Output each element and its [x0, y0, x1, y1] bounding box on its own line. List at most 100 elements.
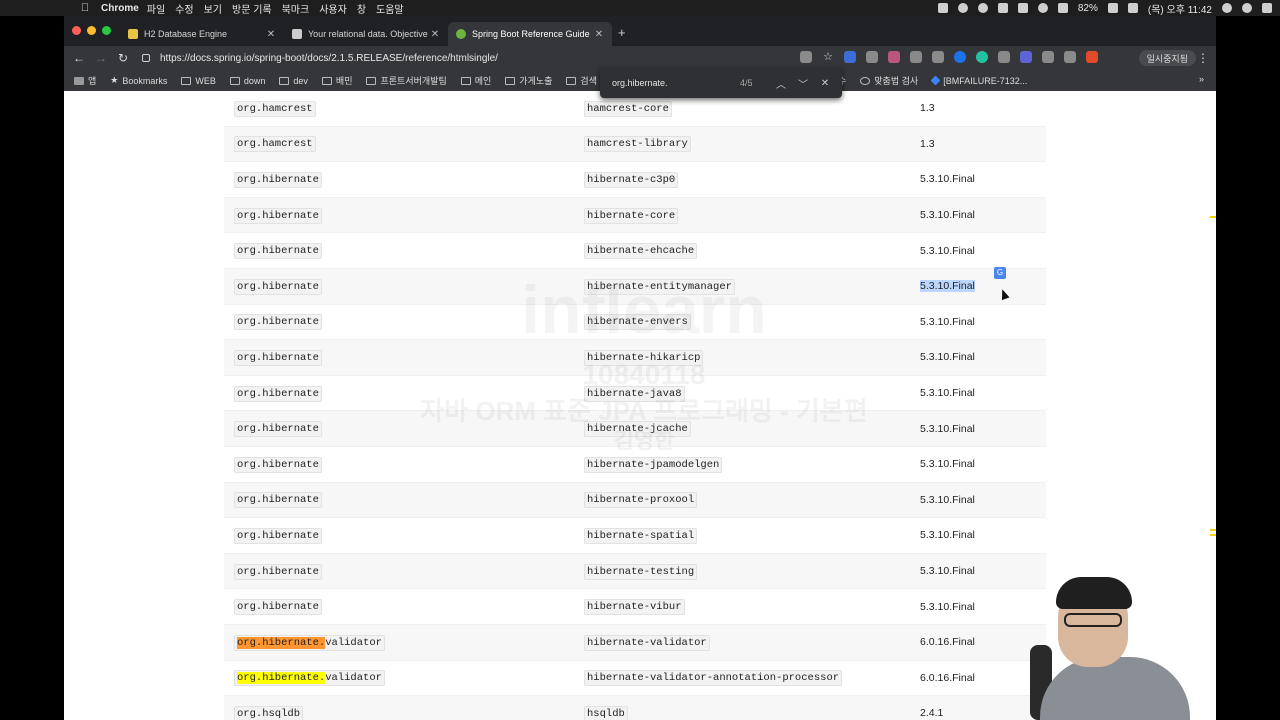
lock-icon[interactable]	[142, 54, 150, 62]
extension-icon[interactable]	[910, 51, 922, 63]
profile-button[interactable]: 일시중지됨	[1138, 50, 1196, 66]
table-row: org.hibernate.validator hibernate-validat…	[224, 624, 1046, 661]
input-source-icon[interactable]	[1127, 3, 1138, 13]
tab-h2[interactable]: H2 Database Engine ✕	[120, 22, 284, 46]
bookmark-label: 프론트서버개발팀	[380, 76, 447, 86]
menu-app-name[interactable]: Chrome	[101, 3, 139, 14]
presenter-glasses	[1064, 613, 1122, 627]
bookmark-folder-down[interactable]: down	[229, 76, 265, 86]
extension-icon[interactable]	[1042, 51, 1054, 63]
back-arrow-icon[interactable]: ←	[68, 51, 90, 65]
extension-icon[interactable]	[1064, 51, 1076, 63]
sync-icon[interactable]	[957, 3, 968, 13]
menu-people[interactable]: 사용자	[319, 1, 347, 16]
menu-edit[interactable]: 수정	[175, 1, 193, 16]
cloud-icon[interactable]	[997, 3, 1008, 13]
group-id-rest: validator	[325, 636, 382, 649]
bookmark-folder-store[interactable]: 가게노출	[505, 74, 552, 87]
extension-icon[interactable]	[932, 51, 944, 63]
new-tab-plus-icon[interactable]: +	[618, 25, 626, 40]
translate-extension-icon[interactable]	[844, 51, 856, 63]
menubar-clock[interactable]: (목) 오후 11:42	[1148, 1, 1212, 16]
bookmark-folder-baemin[interactable]: 배민	[321, 74, 353, 87]
extension-icon[interactable]	[1020, 51, 1032, 63]
bookmark-spellcheck[interactable]: 맞춤법 검사	[860, 74, 918, 87]
menu-bookmarks[interactable]: 북마크	[282, 1, 310, 16]
version: 5.3.10.Final	[920, 458, 975, 471]
spotlight-icon[interactable]	[1222, 3, 1232, 13]
volume-icon[interactable]	[1057, 3, 1068, 13]
group-id: org.hibernate	[234, 171, 322, 188]
folder-icon	[181, 76, 192, 85]
translate-selection-icon[interactable]: G	[994, 267, 1006, 279]
star-bookmark-icon[interactable]: ☆	[822, 51, 834, 63]
bookmark-folder-search[interactable]: 검색	[566, 74, 597, 87]
menu-window[interactable]: 창	[357, 1, 366, 16]
kebab-menu-icon[interactable]: ⋮	[1192, 51, 1214, 65]
menu-view[interactable]: 보기	[204, 1, 222, 16]
battery-percent[interactable]: 82%	[1078, 3, 1098, 14]
menu-file[interactable]: 파일	[147, 1, 165, 16]
close-window-button[interactable]	[72, 26, 81, 35]
bookmarks-overflow-icon[interactable]: »	[1199, 74, 1204, 84]
bookmark-folder-main[interactable]: 메인	[460, 74, 491, 87]
group-id: org.hibernate	[234, 599, 322, 616]
extension-icon[interactable]	[976, 51, 988, 63]
tab-spring-boot[interactable]: Spring Boot Reference Guide ✕	[448, 22, 612, 46]
h2-favicon-icon	[128, 29, 138, 39]
extension-icon[interactable]	[1086, 51, 1098, 63]
bookmark-bmfailure[interactable]: [BMFAILURE-7132...	[930, 76, 1027, 86]
bookmark-folder-frontend[interactable]: 프론트서버개발팀	[366, 74, 447, 87]
tab-close-icon[interactable]: ✕	[594, 29, 604, 40]
find-next-icon[interactable]: ﹀	[792, 76, 814, 91]
menu-help[interactable]: 도움말	[376, 1, 404, 16]
bookmark-bookmarks[interactable]: ★ Bookmarks	[110, 75, 167, 86]
group-id: org.hibernate	[234, 314, 322, 331]
group-id: org.hibernate.validator	[234, 670, 385, 687]
zoom-window-button[interactable]	[102, 26, 111, 35]
tab-close-icon[interactable]: ✕	[266, 29, 276, 40]
notes-icon[interactable]	[937, 3, 948, 13]
table-row: org.hibernate hibernate-vibur 5.3.10.Final	[224, 589, 1046, 625]
group-id: org.hibernate	[234, 349, 322, 366]
find-input[interactable]: org.hibernate.	[612, 78, 740, 88]
dependency-table: org.hamcrest hamcrest-core 1.3 org.hamcres…	[224, 91, 1046, 720]
artifact-id: hibernate-hikaricp	[584, 349, 704, 366]
table-row: org.hibernate hibernate-proxool 5.3.10.Fin…	[224, 482, 1046, 519]
scrollbar[interactable]	[1210, 91, 1216, 720]
bookmark-label: 배민	[335, 76, 353, 86]
tab-title: Spring Boot Reference Guide	[472, 29, 590, 39]
siri-icon[interactable]	[1242, 3, 1252, 13]
tab-strip: H2 Database Engine ✕ Your relational dat…	[64, 16, 1216, 46]
battery-icon[interactable]	[1107, 3, 1118, 13]
group-id: org.hibernate	[234, 278, 322, 295]
extension-icon[interactable]	[866, 51, 878, 63]
version: 1.3	[920, 102, 935, 115]
apple-icon[interactable]: 	[78, 2, 92, 14]
wifi-icon[interactable]	[1037, 3, 1048, 13]
notification-center-icon[interactable]	[1262, 3, 1272, 13]
menu-history[interactable]: 방문 기록	[232, 1, 272, 16]
minimize-window-button[interactable]	[87, 26, 96, 35]
status-area: 82% (목) 오후 11:42	[937, 0, 1272, 16]
pocket-extension-icon[interactable]	[888, 51, 900, 63]
find-in-page-icon[interactable]	[800, 51, 812, 63]
bluetooth-icon[interactable]	[1017, 3, 1028, 13]
reload-icon[interactable]: ↻	[112, 51, 134, 65]
address-bar[interactable]: https://docs.spring.io/spring-boot/docs/…	[132, 48, 852, 68]
bookmark-folder-dev[interactable]: dev	[279, 76, 308, 86]
tab-close-icon[interactable]: ✕	[430, 29, 440, 40]
star-icon: ★	[110, 75, 119, 85]
apps-grid-icon	[74, 76, 84, 85]
forward-arrow-icon[interactable]: →	[90, 51, 112, 65]
bookmark-folder-web[interactable]: WEB	[181, 76, 216, 86]
tab-relational-data[interactable]: Your relational data. Objective ✕	[284, 22, 448, 46]
find-close-icon[interactable]: ✕	[814, 78, 836, 89]
extension-icon[interactable]	[954, 51, 966, 63]
bookmark-apps[interactable]: 앱	[74, 74, 96, 87]
info-icon[interactable]	[977, 3, 988, 13]
find-previous-icon[interactable]: ︿	[770, 76, 792, 91]
artifact-id: hsqldb	[584, 705, 628, 720]
extension-icon[interactable]	[998, 51, 1010, 63]
table-row: org.hibernate hibernate-ehcache 5.3.10.Fin…	[224, 233, 1046, 269]
